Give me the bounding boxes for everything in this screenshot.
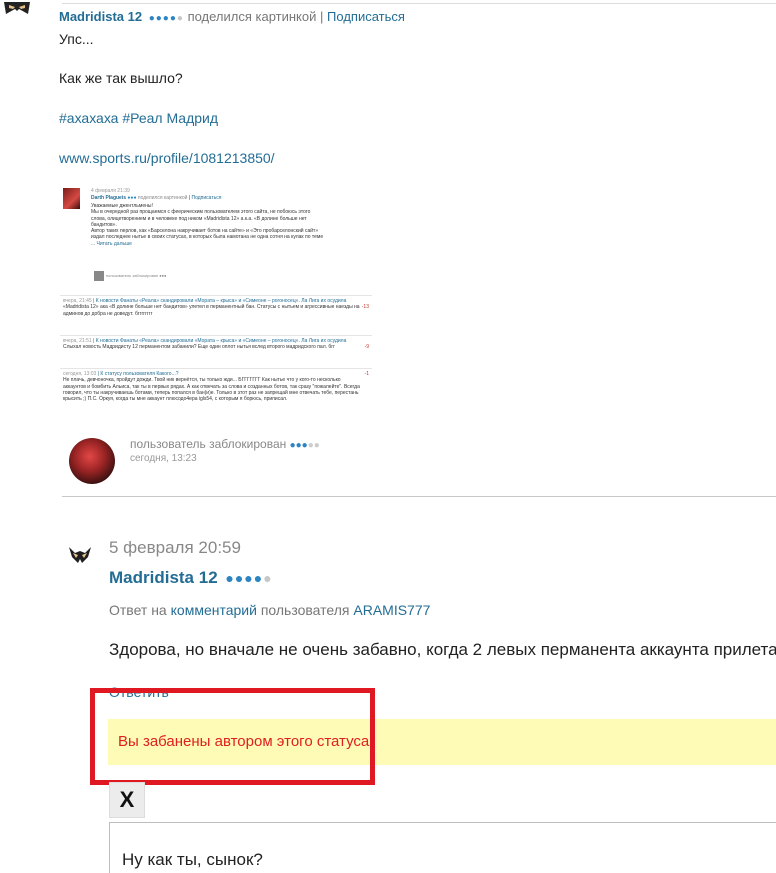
section-divider	[62, 496, 776, 497]
embedded-mini-caption: пользователь заблокирован ●●●	[106, 273, 167, 278]
embedded-avatar	[63, 188, 80, 209]
embedded-comment-score: -9	[364, 344, 369, 350]
embedded-comment-text: «Madridista 12» ака «В долине больше нет…	[63, 304, 360, 317]
embedded-read-more: ... Читать дальше	[91, 240, 132, 247]
embedded-author-line: Darth Plaguеis ●●● поделился картинкой |…	[91, 195, 222, 201]
reply-user-link[interactable]: ARAMIS777	[353, 602, 430, 618]
rating-dots: ●●●●●	[225, 570, 273, 586]
rating-dots: ●●●●●	[148, 13, 184, 24]
embedded-comment-head: | К новости Фанаты «Реала» скандировали …	[93, 338, 347, 344]
shared-label: поделился картинкой	[187, 9, 317, 24]
blocked-user-avatar	[69, 438, 115, 484]
top-divider	[62, 3, 776, 4]
embedded-divider	[60, 368, 372, 369]
embedded-comment: вчера, 21:51 | К новости Фанаты «Реала» …	[63, 338, 363, 351]
embedded-mini-avatar	[94, 271, 104, 281]
comment-author-link[interactable]: Madridista 12	[109, 568, 218, 587]
post-url-link[interactable]: www.sports.ru/profile/1081213850/	[59, 150, 275, 166]
close-button[interactable]: X	[109, 782, 145, 818]
blocked-user-time: сегодня, 13:23	[130, 453, 197, 464]
embedded-comment-score: -1	[364, 371, 369, 377]
embedded-shared-label: поделился картинкой	[137, 195, 188, 201]
reply-prefix: Ответ на	[109, 602, 167, 618]
comment-date: 5 февраля 20:59	[109, 538, 241, 557]
highlight-frame	[90, 688, 375, 785]
subscribe-link[interactable]: Подписаться	[327, 9, 405, 24]
reply-mid: пользователя	[260, 602, 350, 618]
post-hashtags[interactable]: #ахахаха #Реал Мадрид	[59, 110, 218, 126]
embedded-comment-score: -13	[361, 304, 369, 310]
post-author-link[interactable]: Madridista 12	[59, 9, 142, 24]
embedded-comment: сегодня, 13:03 | К статусу пользователя …	[63, 371, 363, 402]
post-header: Madridista 12 ●●●●● поделился картинкой …	[59, 9, 405, 24]
embedded-date: 4 февраля 21:39	[91, 188, 130, 194]
embedded-author: Darth Plaguеis	[91, 195, 127, 201]
embedded-body: Уважаемые джентльмены! Мы в очередной ра…	[91, 203, 353, 247]
blocked-user-name: пользователь заблокирован ●●●●●	[130, 437, 320, 451]
separator: |	[320, 9, 324, 24]
embedded-comment-text: Слыхал новость Мадридисту 12 перманентом…	[63, 344, 335, 351]
embedded-comment-date: вчера, 21:51	[63, 338, 92, 344]
reply-input[interactable]: Ну как ты, сынок?	[109, 822, 776, 873]
comment-author: Madridista 12 ●●●●●	[109, 568, 273, 588]
embedded-comment-text: Не плачь, девчоночка, пройдут дожди. Тво…	[63, 377, 360, 403]
embedded-comment: вчера, 21:45 | К новости Фанаты «Реала» …	[63, 298, 363, 317]
reply-comment-link[interactable]: комментарий	[171, 602, 257, 618]
comment-text: Здорова, но вначале не очень забавно, ко…	[109, 640, 776, 659]
embedded-divider	[60, 335, 372, 336]
user-mask-avatar-icon[interactable]	[69, 547, 91, 563]
embedded-divider	[60, 295, 372, 296]
user-mask-avatar-icon[interactable]	[4, 2, 30, 14]
post-line-2: Как же так вышло?	[59, 70, 183, 86]
reply-info: Ответ на комментарий пользователя ARAMIS…	[109, 602, 430, 618]
post-line-1: Упс...	[59, 31, 94, 47]
embedded-body-line: издал последнее нытье в своих статусах, …	[91, 234, 324, 241]
shared-image[interactable]: 4 февраля 21:39 Darth Plaguеis ●●● подел…	[60, 185, 372, 467]
embedded-subscribe: Подписаться	[191, 195, 222, 201]
